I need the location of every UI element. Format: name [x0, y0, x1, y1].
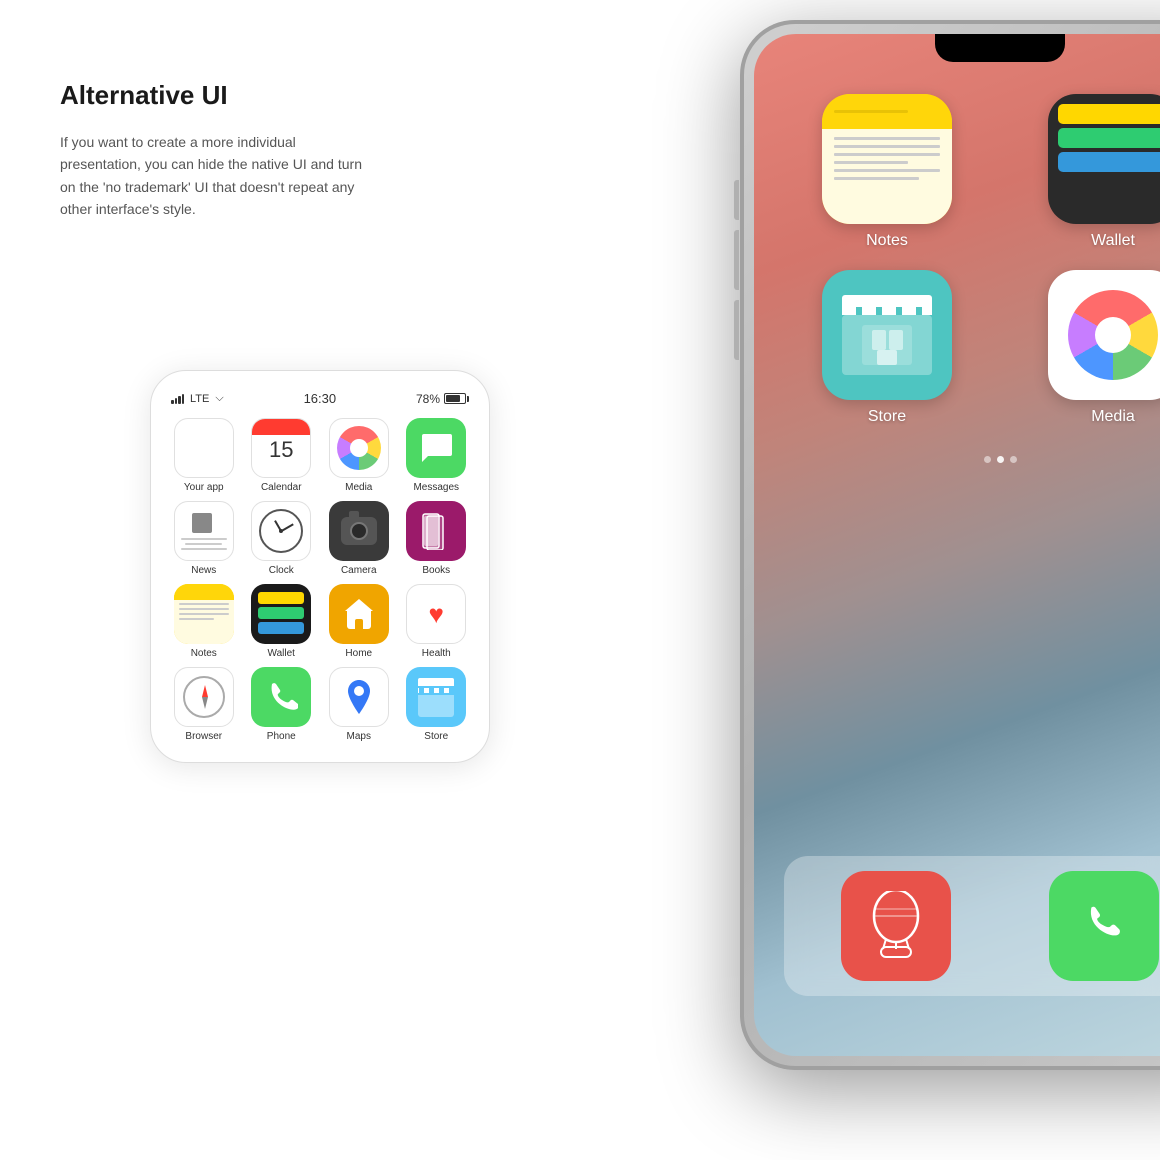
- maps-label: Maps: [347, 731, 371, 742]
- app-item-news[interactable]: News: [169, 501, 239, 576]
- media-circle: [337, 426, 381, 470]
- large-app-item-wallet[interactable]: Wallet: [1010, 94, 1160, 250]
- your-app-label: Your app: [184, 482, 224, 493]
- messages-icon: [406, 418, 466, 478]
- app-item-camera[interactable]: Camera: [324, 501, 394, 576]
- page-dots: [754, 456, 1160, 463]
- messages-svg: [418, 430, 454, 466]
- wallet-icon: [251, 584, 311, 644]
- clock-face: [259, 509, 303, 553]
- large-store-icon: [822, 270, 952, 400]
- large-phone-svg: [1078, 900, 1130, 952]
- left-panel: Alternative UI If you want to create a m…: [60, 80, 460, 261]
- app-item-browser[interactable]: Browser: [169, 667, 239, 742]
- app-item-store[interactable]: Store: [402, 667, 472, 742]
- app-item-books[interactable]: Books: [402, 501, 472, 576]
- balloon-icon: [841, 871, 951, 981]
- media-label: Media: [345, 482, 372, 493]
- browser-label: Browser: [185, 731, 222, 742]
- store-label: Store: [424, 731, 448, 742]
- camera-label: Camera: [341, 565, 377, 576]
- large-app-item-store[interactable]: Store: [784, 270, 990, 426]
- app-item-maps[interactable]: Maps: [324, 667, 394, 742]
- status-time: 16:30: [304, 391, 337, 406]
- home-label: Home: [345, 648, 372, 659]
- clock-label: Clock: [269, 565, 294, 576]
- app-item-messages[interactable]: Messages: [402, 418, 472, 493]
- large-wallet-icon: [1048, 94, 1160, 224]
- status-right: 78%: [416, 392, 469, 406]
- large-notes-label: Notes: [866, 232, 908, 250]
- large-dock-item-phone[interactable]: [1008, 871, 1160, 981]
- wifi-icon: ⌵: [215, 392, 223, 405]
- wallet-label: Wallet: [268, 648, 295, 659]
- notes-label: Notes: [191, 648, 217, 659]
- phone-svg: [264, 680, 298, 714]
- app-item-health[interactable]: ♥ Health: [402, 584, 472, 659]
- phone-screen-large: Notes Wallet: [754, 34, 1160, 1056]
- app-item-your-app[interactable]: Your app: [169, 418, 239, 493]
- store-icon: [406, 667, 466, 727]
- phone-icon: [251, 667, 311, 727]
- app-item-notes[interactable]: Notes: [169, 584, 239, 659]
- battery-percent: 78%: [416, 392, 440, 406]
- large-notes-icon: [822, 94, 952, 224]
- store-building-svg: [857, 325, 917, 365]
- calendar-label: Calendar: [261, 482, 302, 493]
- maps-svg: [343, 678, 375, 716]
- camera-icon: [329, 501, 389, 561]
- page-title: Alternative UI: [60, 80, 460, 111]
- page-description: If you want to create a more individual …: [60, 131, 380, 221]
- app-item-phone[interactable]: Phone: [247, 667, 317, 742]
- health-heart: ♥: [429, 599, 444, 630]
- news-label: News: [191, 565, 216, 576]
- app-item-home[interactable]: Home: [324, 584, 394, 659]
- phone-screen-small: LTE ⌵ 16:30 78%: [151, 371, 489, 762]
- app-grid: Your app 15 Calendar: [167, 418, 473, 742]
- notes-icon: [174, 584, 234, 644]
- large-dock-item-balloon[interactable]: [799, 871, 993, 981]
- large-screen-content: Notes Wallet: [754, 34, 1160, 1056]
- large-dock: [784, 856, 1160, 996]
- large-app-item-notes[interactable]: Notes: [784, 94, 990, 250]
- clock-icon: [251, 501, 311, 561]
- books-svg: [419, 512, 453, 550]
- large-wallet-label: Wallet: [1091, 232, 1135, 250]
- app-item-wallet[interactable]: Wallet: [247, 584, 317, 659]
- large-app-grid: Notes Wallet: [754, 34, 1160, 446]
- app-item-clock[interactable]: Clock: [247, 501, 317, 576]
- status-left: LTE ⌵: [171, 392, 224, 405]
- home-icon: [329, 584, 389, 644]
- health-label: Health: [422, 648, 451, 659]
- phone-frame-large: Notes Wallet: [740, 20, 1160, 1070]
- large-media-label: Media: [1091, 408, 1135, 426]
- books-icon: [406, 501, 466, 561]
- large-app-item-media[interactable]: Media: [1010, 270, 1160, 426]
- media-icon: [329, 418, 389, 478]
- battery-icon: [444, 393, 469, 404]
- right-panel: Notes Wallet: [490, 0, 1160, 1160]
- calendar-icon: 15: [251, 418, 311, 478]
- large-store-label: Store: [868, 408, 906, 426]
- phone-mockup-small: LTE ⌵ 16:30 78%: [150, 370, 490, 763]
- news-icon: [174, 501, 234, 561]
- books-label: Books: [422, 565, 450, 576]
- maps-icon: [329, 667, 389, 727]
- lte-label: LTE: [190, 393, 209, 405]
- app-item-media[interactable]: Media: [324, 418, 394, 493]
- status-bar: LTE ⌵ 16:30 78%: [167, 383, 473, 418]
- signal-bars: [171, 394, 184, 404]
- large-media-icon: [1048, 270, 1160, 400]
- health-icon: ♥: [406, 584, 466, 644]
- phone-label: Phone: [267, 731, 296, 742]
- browser-icon: [174, 667, 234, 727]
- balloon-svg: [861, 891, 931, 961]
- your-app-icon: [174, 418, 234, 478]
- app-item-calendar[interactable]: 15 Calendar: [247, 418, 317, 493]
- messages-label: Messages: [413, 482, 459, 493]
- large-phone-icon: [1049, 871, 1159, 981]
